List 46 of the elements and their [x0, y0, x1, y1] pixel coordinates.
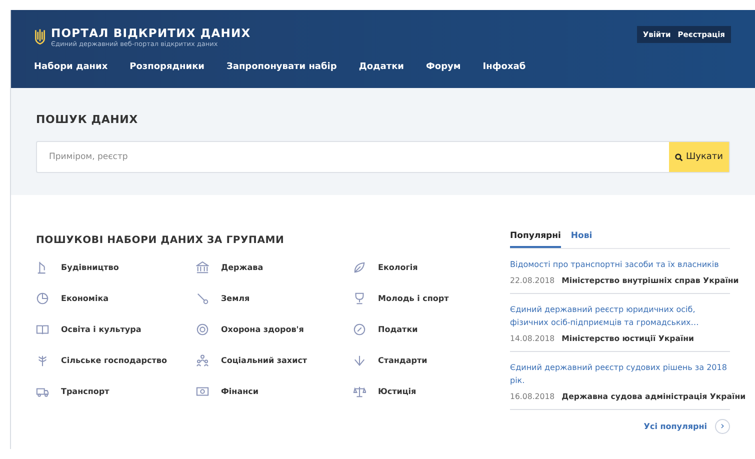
group-link[interactable]: Стандарти	[353, 352, 493, 368]
group-link[interactable]: Держава	[196, 259, 353, 275]
people-icon	[196, 354, 209, 366]
group-link[interactable]: Юстиція	[353, 383, 493, 399]
group-link[interactable]: Сільське господарство	[36, 352, 196, 368]
trophy-icon	[353, 292, 366, 304]
nav-link[interactable]: Розпорядники	[130, 62, 204, 72]
group-link[interactable]: Податки	[353, 321, 493, 337]
scales-icon	[353, 384, 366, 398]
search-icon	[675, 152, 683, 162]
group-link[interactable]: Охорона здоров'я	[196, 321, 353, 337]
money-icon	[196, 384, 209, 398]
nav-link[interactable]: Набори даних	[34, 62, 108, 72]
arrow-icon	[353, 354, 366, 366]
group-link[interactable]: Транспорт	[36, 383, 196, 399]
next-button[interactable]: ›	[715, 419, 730, 434]
trident-icon	[34, 28, 46, 46]
groups-heading: ПОШУКОВІ НАБОРИ ДАНИХ ЗА ГРУПАМИ	[36, 235, 286, 246]
search-field[interactable]: Приміром, реєстр Шукати	[36, 141, 730, 173]
group-link[interactable]: Екологія	[353, 259, 493, 275]
target-icon	[196, 322, 209, 336]
tab[interactable]: Нові	[570, 231, 592, 248]
site-title[interactable]: ПОРТАЛ ВІДКРИТИХ ДАНИХ	[51, 26, 251, 40]
dataset-link[interactable]: Єдиний державний реєстр судових рішень за 2018 рік.	[510, 361, 730, 387]
wheat-icon	[36, 354, 49, 366]
group-link[interactable]: Земля	[196, 290, 353, 306]
group-link[interactable]: Економіка	[36, 290, 196, 306]
nav-link[interactable]: Інфохаб	[482, 62, 526, 72]
group-link[interactable]: Соціальний захист	[196, 352, 353, 368]
search-heading: ПОШУК ДАНИХ	[36, 113, 139, 126]
dataset-link[interactable]: Єдиний державний реєстр юридичних осіб, фізичних осіб-підприємців та громадських…	[510, 303, 730, 329]
dataset-link[interactable]: Відомості про транспортні засоби та їх власників	[510, 258, 730, 271]
group-link[interactable]: Фінанси	[196, 383, 353, 399]
nav-link[interactable]: Додатки	[358, 62, 404, 72]
group-link[interactable]: Молодь і спорт	[353, 290, 493, 306]
nav-link[interactable]: Форум	[426, 62, 461, 72]
search-button[interactable]: Шукати	[669, 142, 729, 172]
group-link[interactable]: Освіта і культура	[36, 321, 196, 337]
nav-link[interactable]: Запропонувати набір	[226, 62, 337, 72]
bank-icon	[196, 260, 209, 274]
pie-chart-icon	[36, 292, 49, 304]
group-link[interactable]: Будівництво	[36, 259, 196, 275]
tab[interactable]: Популярні	[510, 231, 561, 248]
leaf-icon	[353, 260, 366, 274]
book-icon	[36, 322, 49, 336]
all-popular-link[interactable]: Усі популярні	[644, 422, 707, 431]
